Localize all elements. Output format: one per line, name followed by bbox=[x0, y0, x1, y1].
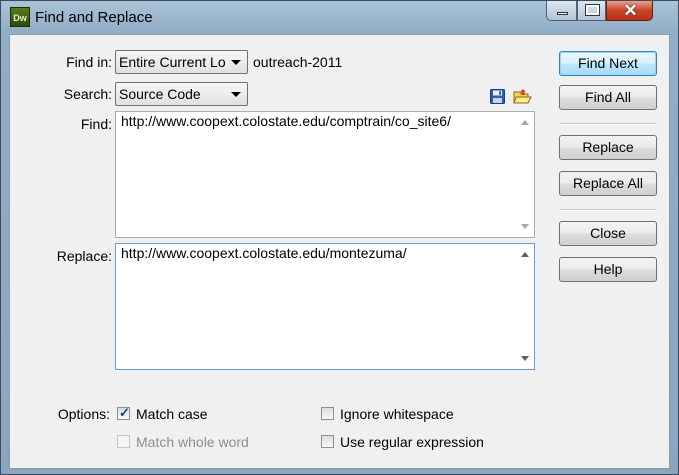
chevron-down-icon bbox=[231, 92, 241, 97]
match-case-label[interactable]: Match case bbox=[136, 406, 208, 422]
find-all-button[interactable]: Find All bbox=[559, 85, 657, 110]
find-text: http://www.coopext.colostate.edu/comptra… bbox=[121, 113, 451, 129]
minimize-icon bbox=[557, 12, 568, 15]
find-textarea[interactable]: http://www.coopext.colostate.edu/comptra… bbox=[115, 111, 535, 238]
find-next-button[interactable]: Find Next bbox=[559, 51, 657, 76]
maximize-button[interactable] bbox=[577, 1, 606, 21]
find-in-label: Find in: bbox=[66, 54, 112, 70]
search-value: Source Code bbox=[119, 86, 201, 102]
find-in-dropdown[interactable]: Entire Current Lo bbox=[115, 50, 248, 74]
title-bar[interactable]: Dw Find and Replace ✕ bbox=[1, 1, 678, 33]
dreamweaver-app-icon: Dw bbox=[10, 7, 30, 27]
replace-textarea[interactable]: http://www.coopext.colostate.edu/montezu… bbox=[115, 243, 535, 370]
find-replace-dialog: Dw Find and Replace ✕ Find in: Entire Cu… bbox=[0, 0, 679, 475]
minimize-button[interactable] bbox=[546, 1, 577, 21]
replace-all-button[interactable]: Replace All bbox=[559, 171, 657, 196]
scroll-up-icon[interactable] bbox=[521, 252, 529, 257]
find-in-value: Entire Current Lo bbox=[119, 54, 226, 70]
replace-scrollbar[interactable] bbox=[517, 244, 534, 369]
options-label: Options: bbox=[57, 406, 110, 422]
find-scrollbar[interactable] bbox=[517, 112, 534, 237]
site-name: outreach-2011 bbox=[253, 54, 343, 70]
replace-label: Replace: bbox=[56, 248, 112, 264]
window-title: Find and Replace bbox=[35, 9, 153, 26]
close-icon: ✕ bbox=[623, 1, 638, 20]
ignore-whitespace-label[interactable]: Ignore whitespace bbox=[340, 406, 454, 422]
checkmark-icon: ✓ bbox=[119, 405, 130, 420]
scroll-down-icon[interactable] bbox=[521, 224, 529, 229]
load-query-icon[interactable] bbox=[513, 88, 532, 104]
find-label: Find: bbox=[80, 116, 112, 132]
close-window-button[interactable]: ✕ bbox=[606, 1, 653, 21]
ignore-whitespace-checkbox[interactable] bbox=[321, 407, 334, 420]
match-whole-word-label: Match whole word bbox=[136, 434, 249, 450]
search-label: Search: bbox=[63, 86, 112, 102]
match-case-checkbox[interactable]: ✓ bbox=[117, 405, 130, 420]
dialog-body: Find in: Entire Current Lo outreach-2011… bbox=[9, 34, 670, 469]
close-button[interactable]: Close bbox=[559, 221, 657, 246]
button-separator bbox=[559, 123, 657, 125]
replace-button[interactable]: Replace bbox=[559, 135, 657, 160]
match-whole-word-checkbox bbox=[117, 435, 130, 448]
search-dropdown[interactable]: Source Code bbox=[115, 82, 248, 106]
scroll-up-icon[interactable] bbox=[521, 120, 529, 125]
chevron-down-icon bbox=[231, 60, 241, 65]
save-query-icon[interactable] bbox=[490, 89, 505, 104]
button-separator bbox=[559, 209, 657, 211]
use-regex-label[interactable]: Use regular expression bbox=[340, 434, 484, 450]
scroll-down-icon[interactable] bbox=[521, 356, 529, 361]
replace-text: http://www.coopext.colostate.edu/montezu… bbox=[121, 245, 407, 261]
maximize-icon bbox=[585, 4, 600, 16]
use-regex-checkbox[interactable] bbox=[321, 435, 334, 448]
help-button[interactable]: Help bbox=[559, 257, 657, 282]
